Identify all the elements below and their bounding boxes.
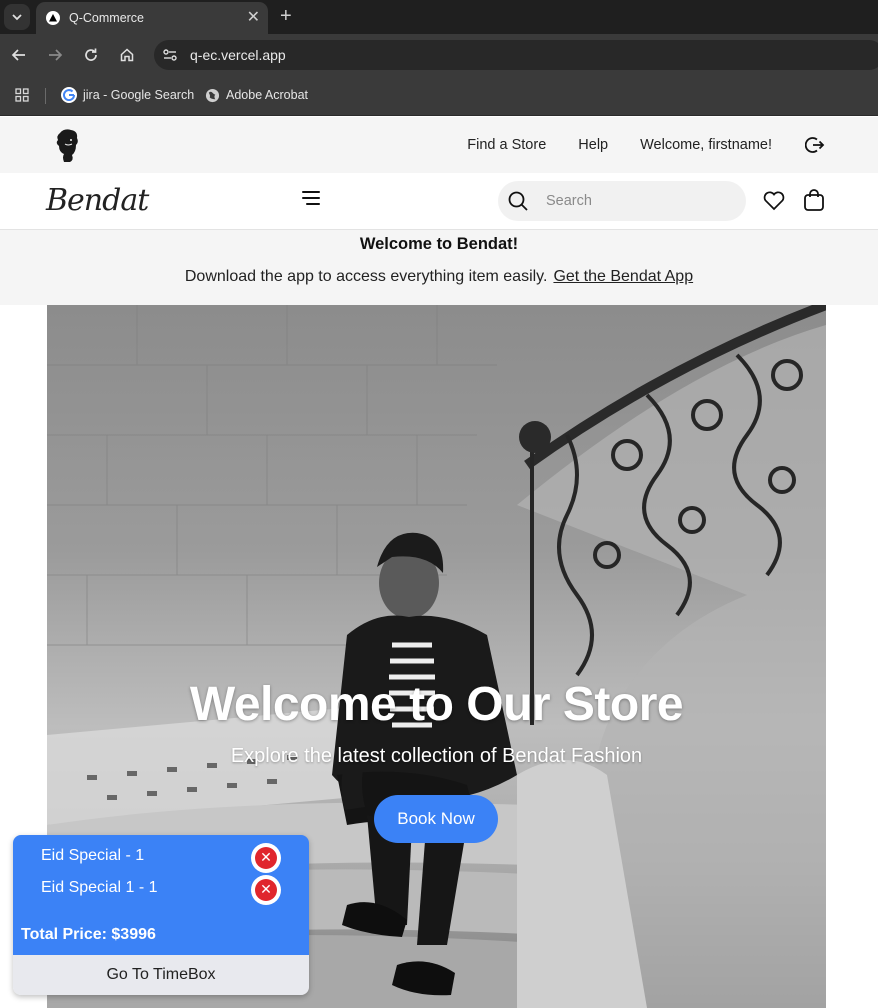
close-circle-icon: ✕ [255,879,277,901]
reload-icon[interactable] [81,45,101,65]
utility-bar: Find a Store Help Welcome, firstname! [0,117,878,173]
welcome-text: Welcome, firstname! [640,137,772,153]
brand-logo[interactable]: Bendat [46,183,149,218]
cart-total: Total Price: $3996 [21,926,156,943]
vercel-favicon-icon [46,11,60,25]
tab-title: Q-Commerce [69,11,145,25]
globe-icon [204,87,220,103]
logout-icon[interactable] [804,134,826,156]
bookmark-label: jira - Google Search [83,88,195,102]
heart-icon[interactable] [763,191,785,211]
cart-item: Eid Special 1 - 1 [41,879,158,896]
bookmarks-bar: jira - Google Search Adobe Acrobat [0,76,878,116]
tab-search-button[interactable] [4,4,30,30]
apps-grid-icon[interactable] [15,88,29,107]
forward-icon[interactable] [45,45,65,65]
browser-tab-active[interactable]: Q-Commerce ✕ [36,2,268,34]
bookmark-label: Adobe Acrobat [226,88,309,102]
brand-head-logo-icon[interactable] [52,127,82,163]
url-text: q-ec.vercel.app [190,47,286,63]
book-now-button[interactable]: Book Now [374,795,498,843]
cart-items-panel: Eid Special - 1 ✕ Eid Special 1 - 1 ✕ To… [13,835,309,955]
promo-text: Download the app to access everything it… [184,268,548,285]
new-tab-icon[interactable]: + [280,6,292,26]
menu-icon[interactable] [302,191,324,211]
utility-links: Find a Store Help Welcome, firstname! [435,117,826,173]
hero-subtitle: Explore the latest collection of Bendat … [230,745,643,767]
google-g-icon [61,87,77,103]
shopping-bag-icon[interactable] [803,188,825,212]
back-icon[interactable] [9,45,29,65]
search-icon [508,191,528,211]
remove-item-button[interactable]: ✕ [251,875,281,905]
close-circle-icon: ✕ [255,847,277,869]
address-toolbar: q-ec.vercel.app [0,34,878,76]
hero-title: Welcome to Our Store [189,678,684,731]
go-to-timebox-button[interactable]: Go To TimeBox [13,955,309,995]
app-promo-banner: Welcome to Bendat! Download the app to a… [0,230,878,305]
help-link[interactable]: Help [578,137,608,153]
home-icon[interactable] [117,45,137,65]
tab-close-icon[interactable]: ✕ [247,10,260,26]
get-app-link[interactable]: Get the Bendat App [553,268,693,285]
promo-title: Welcome to Bendat! [359,235,519,253]
chevron-down-icon [12,14,22,21]
remove-item-button[interactable]: ✕ [251,843,281,873]
bookmark-separator [45,88,46,104]
browser-tab-strip: Q-Commerce ✕ + [0,0,878,34]
search-placeholder: Search [546,193,592,209]
promo-line: Download the app to access everything it… [0,268,878,286]
bookmark-adobe-acrobat[interactable]: Adobe Acrobat [204,87,308,103]
main-navbar: Bendat Search [0,173,878,230]
find-store-link[interactable]: Find a Store [467,137,546,153]
site-settings-icon[interactable] [162,47,178,63]
cart-item: Eid Special - 1 [41,847,145,864]
bookmark-jira[interactable]: jira - Google Search [61,87,194,103]
url-bar[interactable]: q-ec.vercel.app [154,40,878,70]
cart-widget: Eid Special - 1 ✕ Eid Special 1 - 1 ✕ To… [13,835,309,995]
search-input[interactable]: Search [498,181,746,221]
